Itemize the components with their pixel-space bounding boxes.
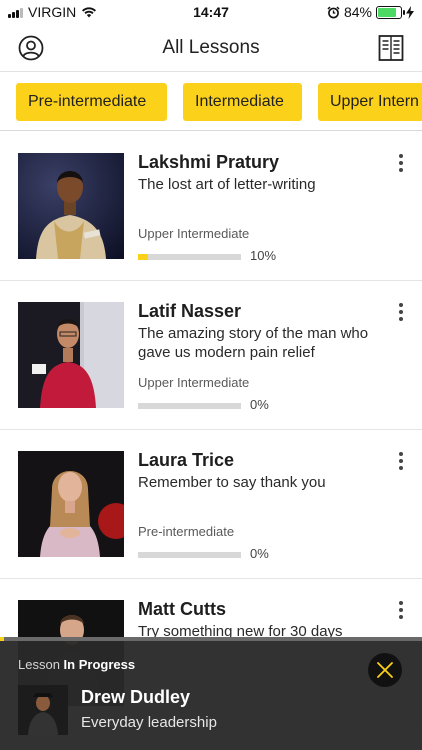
- filter-chip-intermediate[interactable]: Intermediate: [183, 83, 302, 121]
- lesson-level: Upper Intermediate: [138, 375, 250, 390]
- notebook-icon[interactable]: [378, 34, 404, 62]
- lesson-level: Pre-intermediate: [138, 524, 235, 539]
- nav-bar: All Lessons: [0, 24, 422, 72]
- filter-chip-pre-intermediate[interactable]: Pre-intermediate: [16, 83, 167, 121]
- speaker-name: Lakshmi Pratury: [138, 152, 280, 172]
- close-player-button[interactable]: [368, 653, 402, 687]
- lesson-card[interactable]: Latif Nasser The amazing story of the ma…: [0, 281, 422, 430]
- lesson-progress-text: 0%: [250, 546, 269, 561]
- charging-icon: [406, 5, 414, 19]
- lesson-level: Upper Intermediate: [138, 226, 250, 241]
- close-icon: [377, 662, 393, 678]
- page-title: All Lessons: [162, 37, 260, 58]
- more-options-icon[interactable]: [398, 154, 404, 172]
- speaker-name: Laura Trice: [138, 450, 235, 470]
- status-bar: VIRGIN 14:47 84%: [0, 0, 422, 24]
- lesson-card[interactable]: Laura Trice Remember to say thank you Pr…: [0, 430, 422, 579]
- battery-icon: [376, 5, 405, 19]
- player-progress-bar: [0, 637, 422, 641]
- more-options-icon[interactable]: [398, 452, 404, 470]
- lesson-progress-bar: [138, 254, 241, 260]
- player-progress-fill: [0, 637, 5, 641]
- lesson-progress-text: 10%: [250, 248, 277, 263]
- player-status-bold: In Progress: [63, 657, 136, 672]
- more-options-icon[interactable]: [398, 601, 404, 619]
- player-thumbnail: [18, 685, 68, 735]
- battery-fill: [378, 7, 397, 17]
- level-filter-bar: Pre-intermediate Intermediate Upper Inte…: [0, 73, 422, 131]
- player-status-label: Lesson In Progress: [18, 657, 135, 672]
- talk-title: The lost art of letter-writing: [138, 176, 316, 193]
- player-speaker-name: Drew Dudley: [81, 687, 191, 707]
- status-right: 84%: [327, 4, 414, 20]
- battery-percent: 84%: [343, 4, 372, 20]
- more-options-icon[interactable]: [398, 303, 404, 321]
- speaker-name: Latif Nasser: [138, 301, 242, 321]
- lesson-progress-bar: [138, 403, 241, 409]
- lesson-progress-bar: [138, 552, 241, 558]
- player-status-prefix: Lesson: [18, 657, 60, 672]
- filter-chip-upper-intermediate[interactable]: Upper Intern: [318, 83, 422, 121]
- lesson-progress-fill: [138, 254, 149, 260]
- speaker-name: Matt Cutts: [138, 599, 226, 619]
- talk-title: The amazing story of the man who gave us…: [138, 325, 369, 361]
- lesson-thumbnail: [18, 153, 124, 259]
- now-playing-bar[interactable]: Lesson In Progress Drew Dudley Everyday …: [0, 637, 422, 750]
- lesson-thumbnail: [18, 302, 124, 408]
- lesson-progress-text: 0%: [250, 397, 269, 412]
- player-talk-title: Everyday leadership: [81, 714, 217, 731]
- talk-title: Remember to say thank you: [138, 474, 326, 491]
- lesson-card[interactable]: Lakshmi Pratury The lost art of letter-w…: [0, 132, 422, 281]
- alarm-icon: [327, 5, 340, 18]
- lesson-thumbnail: [18, 451, 124, 557]
